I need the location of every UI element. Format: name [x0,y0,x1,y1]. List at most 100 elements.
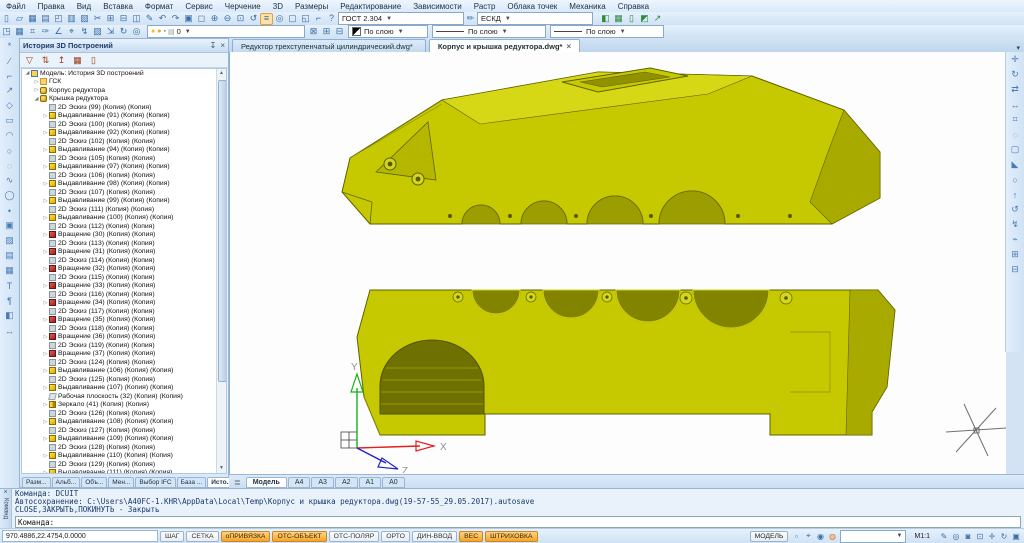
tree-item[interactable]: ▷ Вращение (30) (Копия) (Копия) [22,231,217,240]
rectangle-icon[interactable]: ▭ [2,113,17,128]
zoom-window-icon[interactable]: ⊡ [234,13,247,25]
tree-item[interactable]: 2D Эскиз (115) (Копия) (Копия) [22,273,217,282]
table-icon[interactable]: ▦ [612,13,625,25]
menu-item[interactable]: Вставка [97,2,139,11]
print-preview-icon[interactable]: ◰ [52,13,65,25]
tree-item[interactable]: ▷ Вращение (37) (Копия) (Копия) [22,350,217,359]
point-icon[interactable]: • [2,203,17,218]
tree-item[interactable]: ▷ Выдавливание (98) (Копия) (Копия) [22,180,217,189]
regen-icon[interactable]: ↻ [998,530,1010,542]
tree-expander[interactable]: ◢ [24,70,31,76]
print-icon[interactable]: ▤ [39,13,52,25]
cut-icon[interactable]: ✂ [91,13,104,25]
raster-icon[interactable]: ◧ [599,13,612,25]
tree-item[interactable]: ▷ Выдавливание (110) (Копия) (Копия) [22,452,217,461]
menu-item[interactable]: Правка [32,2,71,11]
notifications-icon[interactable]: ◍ [826,530,838,542]
toggle-freeze-icon[interactable]: ⊞ [320,26,333,38]
center-icon[interactable]: ⌖ [65,26,78,38]
tree-item[interactable]: ▷ Вращение (35) (Копия) (Копия) [22,316,217,325]
tree-item[interactable]: ◢ Модель: История 3D построений [22,69,217,78]
scroll-down-icon[interactable]: ▼ [217,464,226,473]
align-icon[interactable]: ↔ [1008,97,1023,112]
sheet-setup-icon[interactable]: ▫ [790,530,802,542]
extrude-icon[interactable]: ↑ [1008,187,1023,202]
tree-item[interactable]: 2D Эскиз (105) (Копия) (Копия) [22,154,217,163]
tree-expander[interactable]: ▷ [42,436,49,442]
menu-item[interactable]: Механика [563,2,611,11]
tree-expander[interactable]: ▷ [42,232,49,238]
line-icon[interactable]: ∕ [2,53,17,68]
tree-item[interactable]: ▷ Выдавливание (91) (Копия) (Копия) [22,112,217,121]
union-icon[interactable]: ⊞ [1008,247,1023,262]
tree-item[interactable]: 2D Эскиз (114) (Копия) (Копия) [22,256,217,265]
magnifier-icon[interactable]: ◎ [950,530,962,542]
search-icon[interactable]: ◎ [130,26,143,38]
annotate-icon[interactable]: ✑ [39,26,52,38]
panel-title-bar[interactable]: История 3D Построений ↧ × [20,39,228,53]
tree-item[interactable]: ▷ Корпус редуктора [22,86,217,95]
layout-tab[interactable]: Модель [246,477,287,488]
subtract-icon[interactable]: ⊟ [1008,262,1023,277]
tree-item[interactable]: 2D Эскиз (107) (Копия) (Копия) [22,188,217,197]
menu-item[interactable]: 3D [267,2,289,11]
format-icon[interactable]: ◳ [0,26,13,38]
dock-tab[interactable]: Выбор IFC [135,477,175,487]
export-icon[interactable]: ↗ [651,13,664,25]
text-style-combo[interactable]: ГОСТ 2.304▼ [338,12,464,25]
layout-tab[interactable]: A0 [382,477,405,488]
text-icon[interactable]: T [2,278,17,293]
box-icon[interactable]: ▢ [1008,142,1023,157]
tree-expander[interactable]: ◢ [33,96,40,102]
wedge-icon[interactable]: ◣ [1008,157,1023,172]
filter-icon[interactable]: ▽ [23,54,36,66]
tree-expander[interactable]: ▷ [42,198,49,204]
tree-item[interactable]: 2D Эскиз (124) (Копия) (Копия) [22,358,217,367]
tree-item[interactable]: ▷ Выдавливание (92) (Копия) (Копия) [22,129,217,138]
tree-expander[interactable]: ▷ [42,385,49,391]
doc-tab-reducer[interactable]: Редуктор трехступенчатый цилиндрический.… [232,39,426,52]
tree-item[interactable]: 2D Эскиз (125) (Копия) (Копия) [22,375,217,384]
mirror3d-icon[interactable]: ⇄ [1008,82,1023,97]
table3-icon[interactable]: ▦ [2,263,17,278]
menu-item[interactable]: Размеры [289,2,334,11]
tree-expander[interactable]: ▷ [33,79,40,85]
bulb-icon[interactable]: ◉ [814,530,826,542]
tree-item[interactable]: 2D Эскиз (128) (Копия) (Копия) [22,443,217,452]
tree-item[interactable]: ▷ Выдавливание (100) (Копия) (Копия) [22,214,217,223]
report-icon[interactable]: ▯ [87,54,100,66]
layers-icon[interactable]: ≡ [260,13,273,25]
menu-item[interactable]: Черчение [219,2,267,11]
tree-expander[interactable]: ▷ [42,470,49,473]
angle-icon[interactable]: ∠ [52,26,65,38]
text-style-icon[interactable]: ✏ [464,13,477,25]
gradient-icon[interactable]: ▤ [2,248,17,263]
tree-expander[interactable]: ▷ [42,453,49,459]
tree-item[interactable]: ▷ Вращение (31) (Копия) (Копия) [22,248,217,257]
layout-tab[interactable]: A2 [335,477,358,488]
pin-icon[interactable]: ↧ [210,41,217,50]
tree-expander[interactable]: ▷ [42,317,49,323]
zoom-out-icon[interactable]: ⊖ [221,13,234,25]
dock-tab[interactable]: Объ... [81,477,107,487]
tree-item[interactable]: 2D Эскиз (129) (Копия) (Копия) [22,460,217,469]
tree-expander[interactable]: ▷ [42,402,49,408]
tree-item[interactable]: 2D Эскиз (118) (Копия) (Копия) [22,324,217,333]
tree-expander[interactable]: ▷ [42,368,49,374]
tree-expander[interactable]: ▷ [42,351,49,357]
status-toggle[interactable]: СЕТКА [186,531,218,542]
close-icon[interactable]: × [566,42,571,51]
bolt-icon[interactable]: ↯ [78,26,91,38]
tree-item[interactable]: ▷ Выдавливание (109) (Копия) (Копия) [22,435,217,444]
menu-item[interactable]: Файл [0,2,32,11]
ray-icon[interactable]: ↗ [2,83,17,98]
region-icon[interactable]: ▣ [2,218,17,233]
tree-item[interactable]: ▷ Выдавливание (108) (Копия) (Копия) [22,418,217,427]
tree-item[interactable]: 2D Эскиз (127) (Копия) (Копия) [22,426,217,435]
tree-expander[interactable]: ▷ [42,283,49,289]
tree-item[interactable]: 2D Эскиз (126) (Копия) (Копия) [22,409,217,418]
hatch-icon[interactable]: ▨ [91,26,104,38]
status-toggle[interactable]: ШАГ [160,531,184,542]
insert-block-icon[interactable]: ◫ [130,13,143,25]
tree-item[interactable]: 2D Эскиз (112) (Копия) (Копия) [22,222,217,231]
